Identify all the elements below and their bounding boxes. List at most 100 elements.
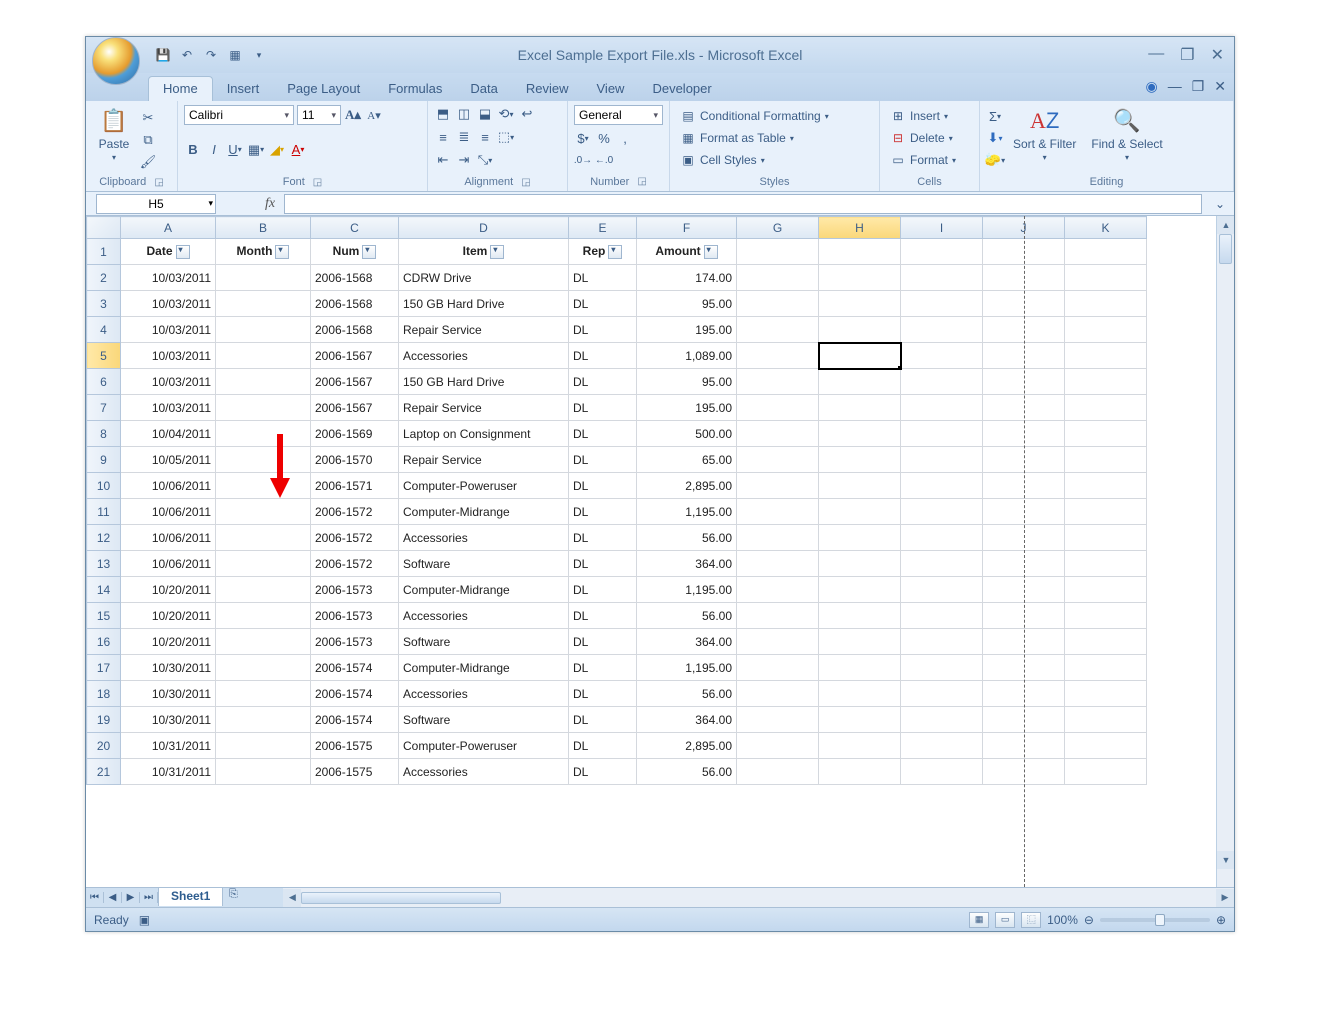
row-header-15[interactable]: 15 [87, 603, 121, 629]
cell[interactable] [819, 317, 901, 343]
cell[interactable]: Repair Service [399, 395, 569, 421]
number-format-combo[interactable]: General▾ [574, 105, 663, 125]
cell[interactable]: 2006-1567 [311, 369, 399, 395]
cell[interactable] [737, 681, 819, 707]
undo-icon[interactable]: ↶ [178, 46, 196, 64]
tab-next-icon[interactable]: ▶ [122, 892, 140, 903]
cell[interactable]: 10/20/2011 [121, 603, 216, 629]
cell[interactable] [1065, 421, 1147, 447]
orientation2-icon[interactable]: ⤡▾ [476, 151, 494, 169]
cell[interactable]: DL [569, 499, 637, 525]
cell[interactable]: 2006-1570 [311, 447, 399, 473]
row-header-18[interactable]: 18 [87, 681, 121, 707]
cell[interactable] [216, 577, 311, 603]
cell[interactable]: 10/03/2011 [121, 395, 216, 421]
row-header-11[interactable]: 11 [87, 499, 121, 525]
filter-amount-icon[interactable] [704, 245, 718, 259]
grid[interactable]: ABCDEFGHIJK1DateMonthNumItemRepAmount210… [86, 216, 1216, 887]
tab-developer[interactable]: Developer [638, 77, 725, 101]
cell[interactable] [819, 265, 901, 291]
cell[interactable]: Accessories [399, 681, 569, 707]
orientation-icon[interactable]: ⟲▾ [497, 105, 515, 123]
filter-date-icon[interactable] [176, 245, 190, 259]
cell[interactable]: 2006-1574 [311, 681, 399, 707]
cell[interactable] [819, 629, 901, 655]
sheet-tab[interactable]: Sheet1 [158, 887, 223, 906]
cell[interactable] [737, 239, 819, 265]
merge-icon[interactable]: ⬚▾ [497, 128, 515, 146]
cell[interactable]: 195.00 [637, 395, 737, 421]
cell[interactable] [901, 759, 983, 785]
cell[interactable] [216, 395, 311, 421]
cell[interactable] [1065, 551, 1147, 577]
clear-icon[interactable]: 🧽▾ [986, 151, 1004, 169]
cell[interactable]: DL [569, 343, 637, 369]
cell[interactable] [901, 317, 983, 343]
cell[interactable]: 2006-1572 [311, 525, 399, 551]
cell[interactable]: 2006-1569 [311, 421, 399, 447]
grow-font-icon[interactable]: A▴ [344, 106, 362, 124]
tab-prev-icon[interactable]: ◀ [104, 892, 122, 903]
fill-icon[interactable]: ⬇▾ [986, 129, 1004, 147]
cell[interactable] [901, 551, 983, 577]
cell[interactable]: DL [569, 473, 637, 499]
cell[interactable]: DL [569, 759, 637, 785]
cell[interactable]: DL [569, 395, 637, 421]
align-bottom-icon[interactable]: ⬓ [476, 105, 494, 123]
clipboard-launcher-icon[interactable]: ◲ [154, 177, 163, 188]
bold-icon[interactable]: B [184, 141, 202, 159]
cell[interactable]: 364.00 [637, 551, 737, 577]
cell[interactable]: 2006-1575 [311, 759, 399, 785]
cell[interactable]: 2006-1574 [311, 707, 399, 733]
font-color-icon[interactable]: A▾ [289, 141, 307, 159]
cell[interactable]: DL [569, 265, 637, 291]
cell[interactable]: Laptop on Consignment [399, 421, 569, 447]
cell[interactable]: 10/03/2011 [121, 369, 216, 395]
cell[interactable] [737, 525, 819, 551]
cell[interactable] [819, 681, 901, 707]
header-cell-date[interactable]: Date [121, 239, 216, 265]
cell[interactable]: 2006-1568 [311, 291, 399, 317]
cell[interactable]: Accessories [399, 525, 569, 551]
cell[interactable]: 2006-1568 [311, 265, 399, 291]
cell[interactable]: DL [569, 629, 637, 655]
cell[interactable] [216, 343, 311, 369]
row-header-14[interactable]: 14 [87, 577, 121, 603]
cell[interactable] [216, 759, 311, 785]
tab-data[interactable]: Data [456, 77, 511, 101]
cell[interactable] [737, 265, 819, 291]
cell[interactable] [737, 629, 819, 655]
scroll-left-icon[interactable]: ◀ [283, 889, 301, 907]
cell[interactable] [819, 577, 901, 603]
cell[interactable] [819, 421, 901, 447]
office-button[interactable] [92, 37, 140, 85]
cell[interactable] [1065, 655, 1147, 681]
cell[interactable]: 10/03/2011 [121, 343, 216, 369]
select-all-corner[interactable] [87, 217, 121, 239]
copy-icon[interactable]: ⧉ [139, 131, 157, 149]
cell[interactable] [819, 655, 901, 681]
col-header-C[interactable]: C [311, 217, 399, 239]
cell[interactable]: Accessories [399, 343, 569, 369]
cell[interactable]: 10/06/2011 [121, 551, 216, 577]
cell[interactable]: Software [399, 707, 569, 733]
cell[interactable]: Computer-Midrange [399, 499, 569, 525]
cell[interactable]: 65.00 [637, 447, 737, 473]
cell[interactable]: 10/05/2011 [121, 447, 216, 473]
ribbon-close-icon[interactable]: ✕ [1214, 78, 1226, 95]
cell[interactable]: DL [569, 603, 637, 629]
cell[interactable]: 10/20/2011 [121, 629, 216, 655]
align-center-icon[interactable]: ≣ [455, 128, 473, 146]
cell[interactable]: DL [569, 577, 637, 603]
cell[interactable]: 2006-1572 [311, 499, 399, 525]
align-right-icon[interactable]: ≡ [476, 128, 494, 146]
cell[interactable] [901, 733, 983, 759]
cell[interactable] [737, 447, 819, 473]
col-header-G[interactable]: G [737, 217, 819, 239]
cell[interactable] [737, 499, 819, 525]
underline-icon[interactable]: U▾ [226, 141, 244, 159]
cell[interactable]: 10/31/2011 [121, 759, 216, 785]
align-top-icon[interactable]: ⬒ [434, 105, 452, 123]
cell[interactable]: DL [569, 655, 637, 681]
cell[interactable] [216, 551, 311, 577]
